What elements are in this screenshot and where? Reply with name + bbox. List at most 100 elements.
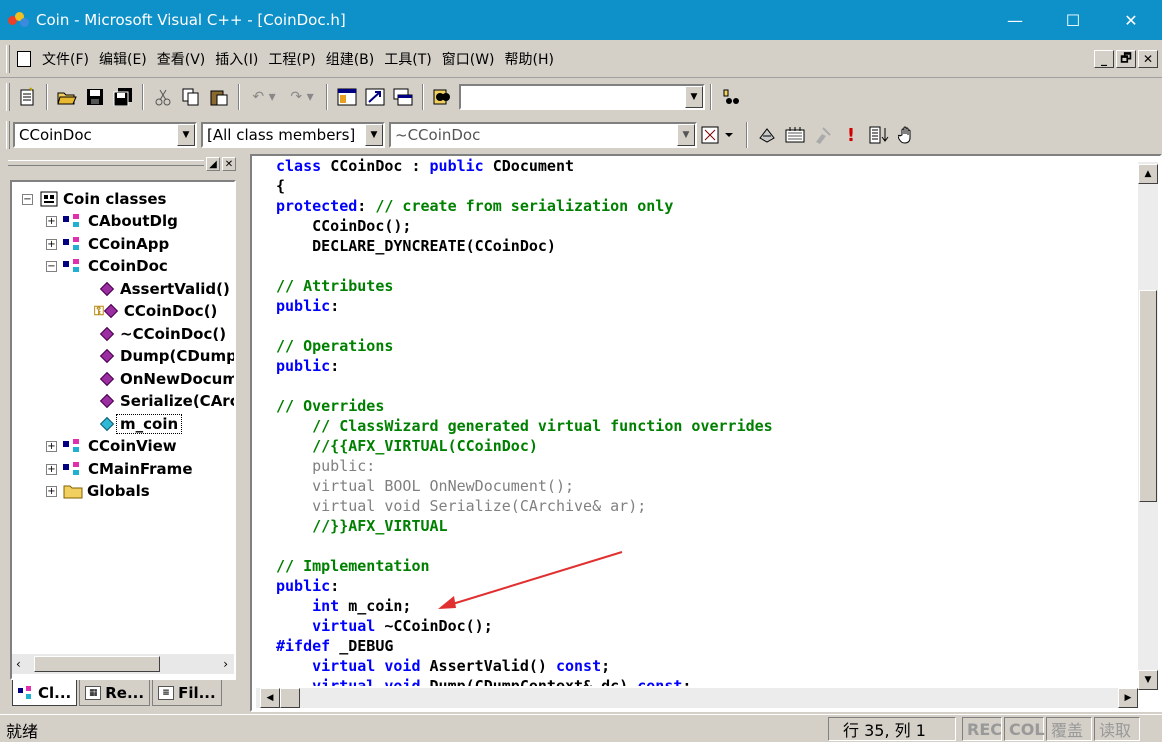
code-line[interactable]: virtual BOOL OnNewDocument(); [276, 476, 1136, 496]
code-line[interactable]: public: [276, 576, 1136, 596]
find-in-files-icon[interactable] [431, 85, 455, 109]
tree-class-item[interactable]: + CAboutDlg [46, 210, 178, 232]
document-icon[interactable] [17, 50, 31, 67]
mdi-minimize-button[interactable]: _ [1094, 50, 1114, 68]
output-icon[interactable] [363, 85, 387, 109]
code-line[interactable]: // Overrides [276, 396, 1136, 416]
tree-horizontal-scrollbar[interactable]: ‹ › [12, 654, 234, 674]
collapse-icon[interactable]: − [46, 260, 57, 272]
menu-project[interactable]: 工程(P) [263, 49, 320, 69]
scroll-right-icon[interactable]: › [223, 657, 228, 671]
code-line[interactable]: CCoinDoc(); [276, 216, 1136, 236]
copy-icon[interactable] [179, 85, 203, 109]
editor-vertical-scrollbar[interactable]: ▲ ▼ [1138, 162, 1158, 690]
scrollbar-thumb[interactable] [1139, 290, 1157, 502]
scroll-right-icon[interactable]: ▶ [1118, 688, 1138, 708]
menu-help[interactable]: 帮助(H) [500, 49, 559, 69]
chevron-down-icon[interactable]: ▼ [365, 124, 383, 146]
editor-horizontal-scrollbar[interactable]: ◀ ▶ [256, 688, 1138, 708]
code-line[interactable]: public: [276, 296, 1136, 316]
tree-root[interactable]: − Coin classes [22, 188, 166, 210]
code-line[interactable] [276, 256, 1136, 276]
scroll-down-icon[interactable]: ▼ [1138, 670, 1158, 690]
expand-icon[interactable]: + [46, 238, 57, 250]
tree-member-item-selected[interactable]: m_coin [98, 413, 183, 435]
tab-classview[interactable]: Cl... [12, 680, 78, 706]
tree-class-item[interactable]: + CCoinApp [46, 233, 169, 255]
save-icon[interactable] [83, 85, 107, 109]
chevron-down-icon[interactable]: ▼ [677, 124, 695, 146]
code-line[interactable]: // Implementation [276, 556, 1136, 576]
minimize-button[interactable]: — [986, 0, 1044, 40]
code-line[interactable]: virtual void Dump(CDumpContext& dc) cons… [276, 676, 1136, 686]
member-combo[interactable]: ~CCoinDoc ▼ [389, 122, 697, 148]
scroll-left-icon[interactable]: ◀ [260, 688, 280, 708]
menu-tools[interactable]: 工具(T) [379, 49, 436, 69]
tree-member-item[interactable]: ⚿ CCoinDoc() [94, 300, 217, 322]
toolbar-grip[interactable] [6, 121, 10, 149]
code-line[interactable]: #ifdef _DEBUG [276, 636, 1136, 656]
code-line[interactable]: { [276, 176, 1136, 196]
toolbar-grip[interactable] [6, 83, 10, 111]
code-line[interactable]: // Attributes [276, 276, 1136, 296]
new-file-icon[interactable] [15, 85, 39, 109]
expand-icon[interactable]: + [46, 485, 57, 497]
mdi-close-button[interactable]: ✕ [1138, 50, 1158, 68]
workspace-close-icon[interactable]: ✕ [222, 157, 236, 171]
window-list-icon[interactable] [391, 85, 415, 109]
code-line[interactable]: virtual void Serialize(CArchive& ar); [276, 496, 1136, 516]
save-all-icon[interactable] [111, 85, 135, 109]
menu-build[interactable]: 组建(B) [321, 49, 380, 69]
tree-class-item[interactable]: + CMainFrame [46, 458, 193, 480]
expand-icon[interactable]: + [46, 463, 57, 475]
code-editor[interactable]: class CCoinDoc : public CDocument{protec… [250, 154, 1162, 712]
tree-member-item[interactable]: Serialize(CArc [98, 390, 234, 412]
collapse-icon[interactable]: − [22, 193, 33, 205]
find-combo[interactable]: ▼ [459, 84, 705, 110]
maximize-button[interactable]: ☐ [1044, 0, 1102, 40]
scroll-up-icon[interactable]: ▲ [1138, 164, 1158, 184]
code-line[interactable]: protected: // create from serialization … [276, 196, 1136, 216]
expand-icon[interactable]: + [46, 215, 57, 227]
scrollbar-thumb[interactable] [34, 656, 160, 672]
menu-insert[interactable]: 插入(I) [210, 49, 263, 69]
workspace-grip[interactable] [8, 160, 204, 166]
tree-member-item[interactable]: AssertValid() [98, 278, 230, 300]
class-combo[interactable]: CCoinDoc ▼ [13, 122, 197, 148]
tree-member-item[interactable]: ~CCoinDoc() [98, 323, 226, 345]
scroll-left-icon[interactable]: ‹ [16, 657, 21, 671]
menu-file[interactable]: 文件(F) [37, 49, 94, 69]
code-line[interactable]: virtual ~CCoinDoc(); [276, 616, 1136, 636]
chevron-down-icon[interactable]: ▼ [685, 86, 703, 108]
code-line[interactable]: // Operations [276, 336, 1136, 356]
menu-grip[interactable] [6, 44, 10, 73]
code-line[interactable]: public: [276, 356, 1136, 376]
code-line[interactable]: //}}AFX_VIRTUAL [276, 516, 1136, 536]
undo-icon[interactable]: ↶ ▾ [247, 85, 281, 109]
code-line[interactable]: virtual void AssertValid() const; [276, 656, 1136, 676]
expand-icon[interactable]: + [46, 440, 57, 452]
breakpoint-hand-icon[interactable] [895, 123, 919, 147]
code-line[interactable] [276, 376, 1136, 396]
compile-icon[interactable] [755, 123, 779, 147]
redo-icon[interactable]: ↷ ▾ [285, 85, 319, 109]
code-line[interactable]: public: [276, 456, 1136, 476]
code-line[interactable]: DECLARE_DYNCREATE(CCoinDoc) [276, 236, 1136, 256]
close-button[interactable]: ✕ [1102, 0, 1160, 40]
mdi-restore-button[interactable]: 🗗 [1116, 50, 1136, 68]
workspace-dock-icon[interactable]: ◢ [206, 157, 220, 171]
tab-fileview[interactable]: ≡ Fil... [152, 680, 222, 706]
go-icon[interactable] [867, 123, 891, 147]
code-line[interactable]: // ClassWizard generated virtual functio… [276, 416, 1136, 436]
wizard-action-icon[interactable] [699, 123, 739, 147]
paste-icon[interactable] [207, 85, 231, 109]
tree-member-item[interactable]: OnNewDocum [98, 368, 234, 390]
filter-combo[interactable]: [All class members] ▼ [201, 122, 385, 148]
code-line[interactable] [276, 316, 1136, 336]
tree-globals-item[interactable]: + Globals [46, 480, 150, 502]
menu-view[interactable]: 查看(V) [152, 49, 211, 69]
scrollbar-thumb[interactable] [280, 688, 300, 708]
code-line[interactable]: //{{AFX_VIRTUAL(CCoinDoc) [276, 436, 1136, 456]
tree-class-item[interactable]: + CCoinView [46, 435, 177, 457]
chevron-down-icon[interactable]: ▼ [177, 124, 195, 146]
